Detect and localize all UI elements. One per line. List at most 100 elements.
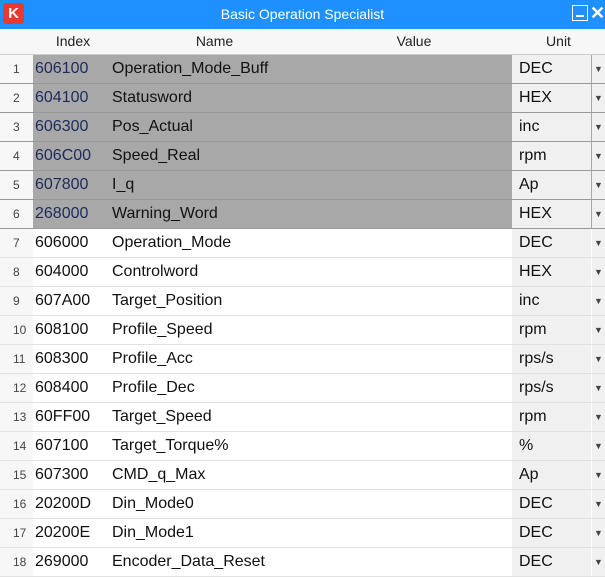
index-cell[interactable]: 20200E [35, 519, 111, 547]
chevron-down-icon[interactable]: ▼ [592, 258, 605, 286]
value-cell[interactable] [318, 490, 510, 518]
index-cell[interactable]: 608400 [35, 374, 111, 402]
table-row[interactable]: 6 268000 Warning_Word HEX ▼ [0, 200, 605, 229]
name-cell[interactable]: Din_Mode0 [112, 490, 317, 518]
name-cell[interactable]: Target_Torque% [112, 432, 317, 460]
table-row[interactable]: 8 604000 Controlword HEX ▼ [0, 258, 605, 287]
name-cell[interactable]: Target_Speed [112, 403, 317, 431]
unit-select[interactable]: Ap [512, 461, 591, 489]
table-row[interactable]: 5 607800 I_q Ap ▼ [0, 171, 605, 200]
table-row[interactable]: 18 269000 Encoder_Data_Reset DEC ▼ [0, 548, 605, 577]
unit-select[interactable]: DEC [512, 55, 591, 83]
value-cell[interactable] [318, 345, 510, 373]
index-cell[interactable]: 606100 [35, 55, 111, 83]
minimize-button[interactable] [572, 5, 588, 21]
index-cell[interactable]: 268000 [35, 200, 111, 228]
table-row[interactable]: 12 608400 Profile_Dec rps/s ▼ [0, 374, 605, 403]
chevron-down-icon[interactable]: ▼ [592, 432, 605, 460]
close-button[interactable]: ✕ [590, 3, 605, 24]
name-cell[interactable]: Statusword [112, 84, 317, 112]
name-cell[interactable]: Speed_Real [112, 142, 317, 170]
chevron-down-icon[interactable]: ▼ [592, 229, 605, 257]
name-cell[interactable]: Profile_Dec [112, 374, 317, 402]
name-cell[interactable]: Pos_Actual [112, 113, 317, 141]
unit-select[interactable]: rps/s [512, 374, 591, 402]
index-cell[interactable]: 607A00 [35, 287, 111, 315]
table-row[interactable]: 4 606C00 Speed_Real rpm ▼ [0, 142, 605, 171]
name-cell[interactable]: Controlword [112, 258, 317, 286]
value-cell[interactable] [318, 200, 510, 228]
index-cell[interactable]: 607100 [35, 432, 111, 460]
table-row[interactable]: 2 604100 Statusword HEX ▼ [0, 84, 605, 113]
name-cell[interactable]: I_q [112, 171, 317, 199]
name-cell[interactable]: CMD_q_Max [112, 461, 317, 489]
value-cell[interactable] [318, 519, 510, 547]
chevron-down-icon[interactable]: ▼ [592, 403, 605, 431]
table-row[interactable]: 13 60FF00 Target_Speed rpm ▼ [0, 403, 605, 432]
value-cell[interactable] [318, 229, 510, 257]
name-cell[interactable]: Operation_Mode_Buff [112, 55, 317, 83]
table-row[interactable]: 14 607100 Target_Torque%% ▼ [0, 432, 605, 461]
table-row[interactable]: 1 606100 Operation_Mode_Buff DEC ▼ [0, 55, 605, 84]
column-header-value[interactable]: Value [318, 29, 510, 54]
name-cell[interactable]: Encoder_Data_Reset [112, 548, 317, 576]
unit-select[interactable]: rpm [512, 403, 591, 431]
value-cell[interactable] [318, 55, 510, 83]
index-cell[interactable]: 604000 [35, 258, 111, 286]
unit-select[interactable]: Ap [512, 171, 591, 199]
table-row[interactable]: 11 608300 Profile_Acc rps/s ▼ [0, 345, 605, 374]
unit-select[interactable]: DEC [512, 229, 591, 257]
index-cell[interactable]: 20200D [35, 490, 111, 518]
name-cell[interactable]: Warning_Word [112, 200, 317, 228]
chevron-down-icon[interactable]: ▼ [592, 519, 605, 547]
name-cell[interactable]: Target_Position [112, 287, 317, 315]
unit-select[interactable]: HEX [512, 200, 591, 228]
value-cell[interactable] [318, 287, 510, 315]
value-cell[interactable] [318, 113, 510, 141]
table-row[interactable]: 7 606000 Operation_Mode DEC ▼ [0, 229, 605, 258]
chevron-down-icon[interactable]: ▼ [592, 142, 605, 170]
chevron-down-icon[interactable]: ▼ [592, 84, 605, 112]
chevron-down-icon[interactable]: ▼ [592, 200, 605, 228]
unit-select[interactable]: HEX [512, 258, 591, 286]
table-row[interactable]: 3 606300 Pos_Actual inc ▼ [0, 113, 605, 142]
index-cell[interactable]: 606C00 [35, 142, 111, 170]
chevron-down-icon[interactable]: ▼ [592, 171, 605, 199]
chevron-down-icon[interactable]: ▼ [592, 287, 605, 315]
value-cell[interactable] [318, 403, 510, 431]
chevron-down-icon[interactable]: ▼ [592, 548, 605, 576]
value-cell[interactable] [318, 548, 510, 576]
chevron-down-icon[interactable]: ▼ [592, 490, 605, 518]
table-row[interactable]: 9 607A00 Target_Position inc ▼ [0, 287, 605, 316]
value-cell[interactable] [318, 171, 510, 199]
value-cell[interactable] [318, 432, 510, 460]
value-cell[interactable] [318, 316, 510, 344]
chevron-down-icon[interactable]: ▼ [592, 316, 605, 344]
name-cell[interactable]: Profile_Acc [112, 345, 317, 373]
chevron-down-icon[interactable]: ▼ [592, 113, 605, 141]
value-cell[interactable] [318, 84, 510, 112]
name-cell[interactable]: Din_Mode1 [112, 519, 317, 547]
value-cell[interactable] [318, 374, 510, 402]
unit-select[interactable]: DEC [512, 519, 591, 547]
table-row[interactable]: 17 20200E Din_Mode1 DEC ▼ [0, 519, 605, 548]
value-cell[interactable] [318, 461, 510, 489]
chevron-down-icon[interactable]: ▼ [592, 461, 605, 489]
index-cell[interactable]: 606000 [35, 229, 111, 257]
unit-select[interactable]: % [512, 432, 591, 460]
name-cell[interactable]: Operation_Mode [112, 229, 317, 257]
table-row[interactable]: 10 608100 Profile_Speed rpm ▼ [0, 316, 605, 345]
index-cell[interactable]: 607800 [35, 171, 111, 199]
index-cell[interactable]: 606300 [35, 113, 111, 141]
index-cell[interactable]: 60FF00 [35, 403, 111, 431]
unit-select[interactable]: DEC [512, 548, 591, 576]
unit-select[interactable]: HEX [512, 84, 591, 112]
value-cell[interactable] [318, 142, 510, 170]
unit-select[interactable]: inc [512, 287, 591, 315]
unit-select[interactable]: rps/s [512, 345, 591, 373]
column-header-unit[interactable]: Unit [512, 29, 605, 54]
index-cell[interactable]: 269000 [35, 548, 111, 576]
chevron-down-icon[interactable]: ▼ [592, 345, 605, 373]
column-header-name[interactable]: Name [112, 29, 317, 54]
unit-select[interactable]: rpm [512, 316, 591, 344]
